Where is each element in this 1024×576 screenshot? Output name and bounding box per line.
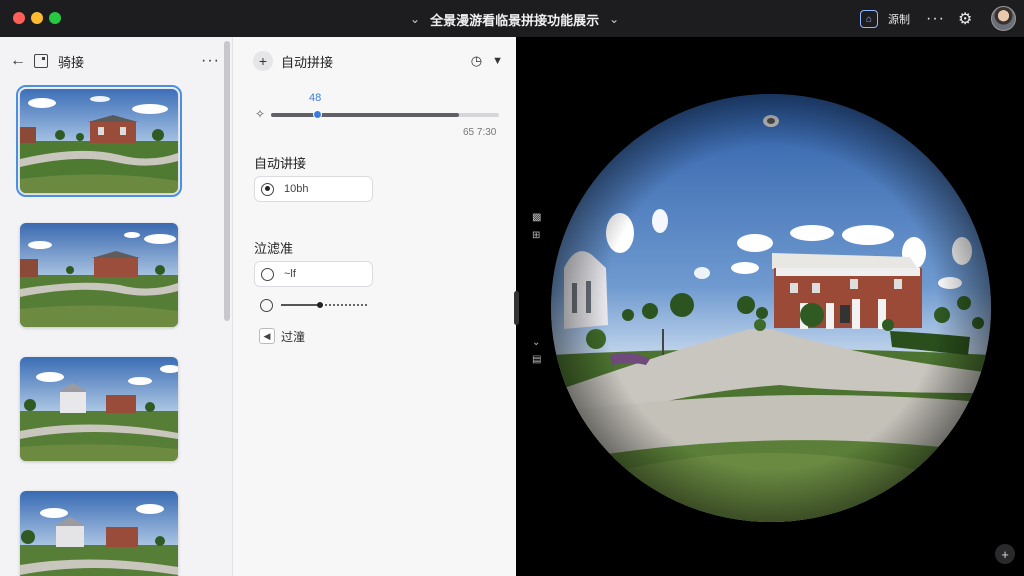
thumbnail-item[interactable] (20, 223, 178, 327)
chevron-down-icon[interactable]: ▼ (492, 55, 503, 67)
filter-button[interactable]: ◀ 过潼 (259, 327, 305, 345)
resize-handle[interactable] (514, 291, 519, 325)
home-button[interactable]: ⌂ (860, 7, 878, 31)
clock-icon[interactable]: ◷ (471, 53, 482, 69)
zoom-button[interactable]: + (995, 544, 1015, 564)
sparkle-icon: ✧ (255, 107, 266, 121)
slider-range-label: 65 7:30 (463, 127, 497, 138)
filter-label: 过潼 (281, 329, 306, 344)
maximize-window-button[interactable] (49, 12, 61, 24)
gear-icon[interactable]: ⚙ (958, 7, 972, 31)
split-icon[interactable]: ⊞ (532, 230, 540, 241)
panorama-thumbnail (20, 223, 178, 327)
layers-icon[interactable]: ▤ (532, 354, 541, 365)
stitch-slider-thumb[interactable] (312, 110, 322, 119)
radio-unselected[interactable] (261, 267, 274, 281)
window-title: 全景漫游看临景拼接功能展示 (430, 12, 600, 28)
title-dropdown[interactable]: ⌄ 全景漫游看临景拼接功能展示 ⌄ (410, 9, 619, 29)
thumbnail-item[interactable] (20, 491, 178, 576)
layers-icon[interactable]: ▩ (532, 212, 541, 223)
panorama-thumbnail (20, 491, 178, 576)
left-panel-header: ← 骑接 ··· (10, 51, 220, 71)
filter-strength-knob[interactable] (316, 302, 323, 308)
section-title-auto-stitch: 自动讲接 (254, 156, 307, 171)
close-window-button[interactable] (13, 12, 25, 24)
more-options-icon[interactable]: ··· (926, 7, 945, 31)
minimize-window-button[interactable] (31, 12, 43, 24)
filter-strength-row (260, 297, 367, 313)
option-label: ~lf (284, 268, 296, 280)
chevron-down-icon[interactable]: ⌄ (532, 337, 540, 348)
app-window: ⌄ 全景漫游看临景拼接功能展示 ⌄ ⌂ 源制 ··· ⚙ ← 骑接 ··· + … (0, 0, 1024, 576)
title-bar: ⌄ 全景漫游看临景拼接功能展示 ⌄ ⌂ 源制 ··· ⚙ (0, 0, 1024, 37)
scrollbar[interactable] (224, 41, 230, 321)
document-icon (34, 54, 48, 68)
filter-strength-slider[interactable] (281, 302, 367, 308)
avatar[interactable] (991, 6, 1016, 31)
filter-icon: ◀ (259, 328, 275, 344)
thumbnail-item[interactable] (20, 357, 178, 461)
stitch-slider-fill (271, 113, 459, 117)
section-title-filter: 泣滤准 (254, 241, 294, 256)
settings-header: + 自动拼接 ◷ ▼ (253, 51, 503, 71)
panorama-thumbnail (20, 357, 178, 461)
add-button[interactable]: + (253, 51, 273, 71)
home-icon: ⌂ (860, 10, 878, 28)
share-button[interactable]: 源制 (888, 7, 910, 31)
panorama-thumbnail (20, 89, 178, 193)
radio-unselected[interactable] (260, 298, 273, 312)
option-label: 10bh (284, 183, 309, 195)
more-options-icon[interactable]: ··· (201, 52, 220, 70)
auto-stitch-option[interactable]: 10bh (254, 176, 373, 202)
chevron-down-icon: ⌄ (410, 12, 421, 26)
panorama-sphere[interactable] (550, 93, 992, 523)
back-arrow-icon[interactable]: ← (10, 52, 28, 70)
settings-title: 自动拼接 (281, 54, 334, 70)
filter-strength-fill (281, 304, 320, 306)
thumbnail-item[interactable] (16, 85, 182, 197)
chevron-down-icon: ⌄ (609, 12, 620, 26)
left-panel-title: 骑接 (58, 54, 85, 70)
panorama-image (551, 94, 991, 522)
settings-panel: + 自动拼接 ◷ ▼ 48 ✧ 65 7:30 自动讲接 10bh 泣滤准 ~l… (232, 37, 516, 576)
panorama-viewer[interactable]: ▩ ⊞ ⌄ ▤ + (514, 37, 1024, 576)
image-list-panel: ← 骑接 ··· (0, 37, 232, 576)
filter-option[interactable]: ~lf (254, 261, 373, 287)
radio-selected[interactable] (261, 182, 274, 196)
slider-value-label: 48 (309, 92, 322, 104)
